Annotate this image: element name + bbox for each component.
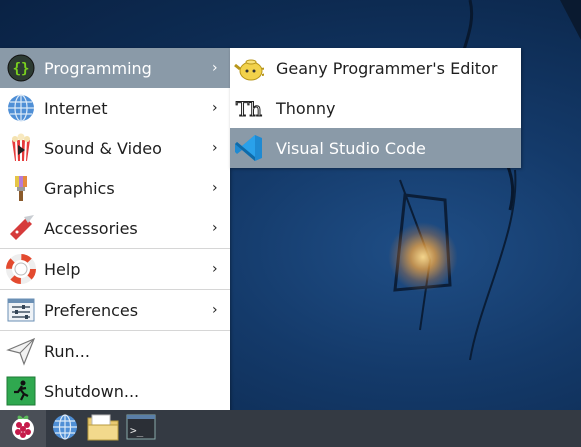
submenu-item-label: Visual Studio Code [276, 138, 426, 158]
menu-item-label: Run... [44, 341, 90, 361]
menu-item-programming[interactable]: {} Programming › [0, 48, 230, 88]
menu-item-sound-video[interactable]: Sound & Video › [0, 128, 230, 168]
submenu-item-label: Thonny [276, 98, 336, 118]
submenu-item-vscode[interactable]: Visual Studio Code [230, 128, 521, 168]
lamp-glow [388, 222, 458, 292]
menu-item-label: Preferences [44, 300, 139, 320]
menu-item-label: Graphics [44, 178, 115, 198]
vscode-icon [234, 133, 264, 163]
chevron-right-icon: › [212, 261, 218, 277]
chevron-right-icon: › [212, 100, 218, 116]
chevron-right-icon: › [212, 220, 218, 236]
paper-plane-icon [6, 336, 36, 366]
popcorn-icon [6, 133, 36, 163]
raspberry-icon [8, 412, 38, 446]
menu-item-graphics[interactable]: Graphics › [0, 168, 230, 208]
chevron-right-icon: › [212, 60, 218, 76]
sliders-icon [6, 295, 36, 325]
menu-item-accessories[interactable]: Accessories › [0, 208, 230, 248]
swiss-knife-icon [6, 213, 36, 243]
folder-icon [87, 413, 119, 445]
menu-item-label: Help [44, 259, 81, 279]
braces-icon: {} [6, 53, 36, 83]
menu-item-label: Shutdown... [44, 381, 140, 401]
globe-icon [6, 93, 36, 123]
exit-icon [6, 376, 36, 406]
svg-text:Th: Th [236, 97, 262, 121]
menu-item-label: Internet [44, 98, 108, 118]
menu-item-internet[interactable]: Internet › [0, 88, 230, 128]
chevron-right-icon: › [212, 140, 218, 156]
svg-text:>_: >_ [130, 424, 144, 437]
taskbar: >_ [0, 410, 581, 447]
terminal-icon: >_ [126, 413, 156, 445]
menu-item-label: Programming [44, 58, 152, 78]
main-menu: {} Programming › Internet › Sound & Vide… [0, 48, 230, 411]
menu-item-shutdown[interactable]: Shutdown... [0, 371, 230, 411]
file-manager-button[interactable] [84, 410, 122, 447]
menu-item-help[interactable]: Help › [0, 249, 230, 289]
programming-submenu: Geany Programmer's Editor Th Thonny Visu… [230, 48, 521, 168]
thonny-icon: Th [234, 93, 264, 123]
menu-item-run[interactable]: Run... [0, 331, 230, 371]
menu-item-preferences[interactable]: Preferences › [0, 290, 230, 330]
geany-teapot-icon [234, 53, 264, 83]
web-browser-button[interactable] [46, 410, 84, 447]
chevron-right-icon: › [212, 180, 218, 196]
svg-text:{}: {} [13, 61, 30, 77]
menu-item-label: Sound & Video [44, 138, 162, 158]
paintbrush-icon [6, 173, 36, 203]
lifebuoy-icon [6, 254, 36, 284]
raspberry-menu-button[interactable] [0, 410, 46, 447]
terminal-button[interactable]: >_ [122, 410, 160, 447]
submenu-item-thonny[interactable]: Th Thonny [230, 88, 521, 128]
submenu-item-label: Geany Programmer's Editor [276, 58, 498, 78]
globe-icon [51, 413, 79, 445]
chevron-right-icon: › [212, 302, 218, 318]
menu-item-label: Accessories [44, 218, 138, 238]
submenu-item-geany[interactable]: Geany Programmer's Editor [230, 48, 521, 88]
